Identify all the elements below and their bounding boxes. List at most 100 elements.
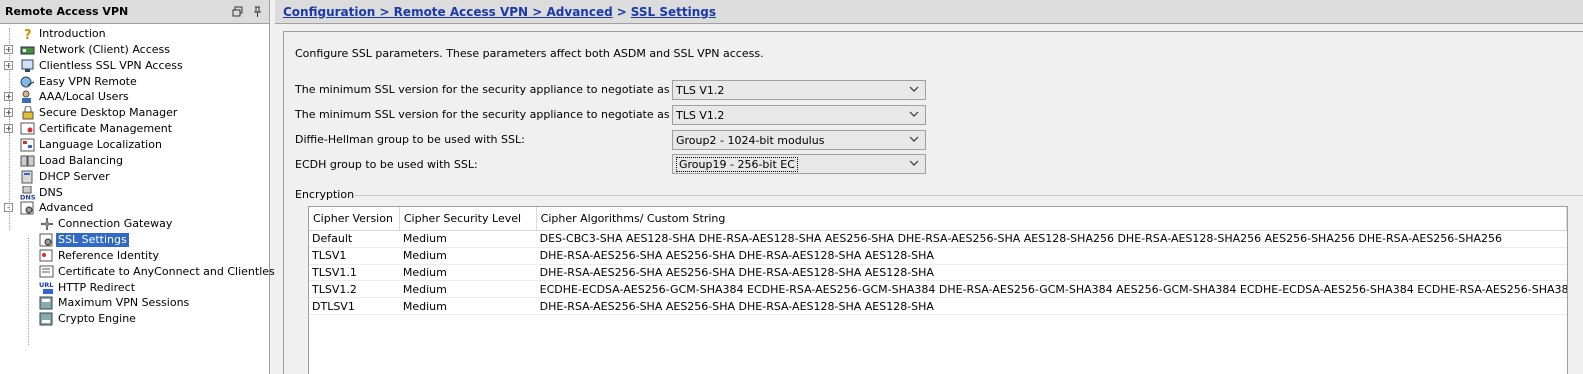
cipher-table: Cipher Version Cipher Security Level Cip… bbox=[308, 206, 1568, 374]
breadcrumb-link-advanced[interactable]: Configuration > Remote Access VPN > Adva… bbox=[283, 5, 613, 19]
tree-item-dhcp-server[interactable]: DHCP Server bbox=[0, 169, 270, 185]
tree-item-ssl-settings[interactable]: SSL Settings bbox=[0, 232, 270, 248]
client-min-version-label: The minimum SSL version for the security… bbox=[295, 108, 728, 121]
clientless-icon bbox=[20, 59, 36, 73]
url-icon: URL bbox=[39, 281, 55, 295]
tree-connector-line bbox=[28, 238, 29, 345]
help-icon: ? bbox=[20, 27, 36, 43]
client-min-version-value: TLS V1.2 bbox=[676, 108, 725, 122]
users-icon bbox=[20, 90, 36, 104]
ssl-settings-form: Configure SSL parameters. These paramete… bbox=[283, 31, 1583, 374]
breadcrumb-separator: > bbox=[616, 4, 627, 19]
tree-item-crypto-engine[interactable]: Crypto Engine bbox=[0, 311, 270, 327]
server-min-version-select[interactable]: TLS V1.2 bbox=[672, 80, 926, 100]
cipher-table-body: Default Medium DES-CBC3-SHA AES128-SHA DHE… bbox=[309, 231, 1567, 315]
table-row[interactable]: TLSV1.2 Medium ECDHE-ECDSA-AES256-GCM-SHA3… bbox=[309, 281, 1567, 299]
tree-item-language-localization[interactable]: Language Localization bbox=[0, 137, 270, 153]
dhcp-icon bbox=[20, 170, 36, 184]
svg-text:?: ? bbox=[24, 28, 32, 41]
tree-item-label: Maximum VPN Sessions bbox=[58, 296, 190, 310]
cell-cipher-algorithms: DES-CBC3-SHA AES128-SHA DHE-RSA-AES128-S… bbox=[539, 232, 1503, 246]
cell-security-level: Medium bbox=[402, 232, 447, 246]
tree-item-maximum-vpn-sessions[interactable]: Maximum VPN Sessions bbox=[0, 295, 270, 311]
tree-item-label: Language Localization bbox=[39, 137, 162, 151]
column-header-security-level[interactable]: Cipher Security Level bbox=[400, 207, 537, 230]
dns-icon: DNS bbox=[20, 185, 36, 201]
ecdh-group-select[interactable]: Group19 - 256-bit EC bbox=[672, 154, 926, 174]
advanced-icon bbox=[20, 201, 36, 215]
cell-cipher-version: TLSV1.2 bbox=[312, 282, 357, 296]
chevron-down-icon bbox=[909, 111, 919, 117]
tree-item-certificate-to-anyconnect-and-clientless-ssl[interactable]: Certificate to AnyConnect and Clientless… bbox=[0, 264, 304, 280]
identity-icon bbox=[39, 249, 55, 263]
tree-item-advanced[interactable]: - Advanced bbox=[0, 200, 270, 216]
table-row[interactable]: DTLSV1 Medium DHE-RSA-AES256-SHA AES256-SH… bbox=[309, 298, 1567, 315]
tree-item-aaa-local-users[interactable]: + AAA/Local Users bbox=[0, 89, 270, 105]
cell-security-level: Medium bbox=[402, 249, 447, 263]
form-description: Configure SSL parameters. These paramete… bbox=[295, 47, 764, 60]
server-min-version-label: The minimum SSL version for the security… bbox=[295, 83, 732, 96]
cell-cipher-version: Default bbox=[312, 232, 353, 246]
chevron-down-icon bbox=[909, 86, 919, 92]
client-min-version-select[interactable]: TLS V1.2 bbox=[672, 105, 926, 125]
restore-icon[interactable] bbox=[229, 4, 245, 20]
tree-item-clientless-ssl-vpn-access[interactable]: + Clientless SSL VPN Access bbox=[0, 58, 270, 74]
breadcrumb: Configuration > Remote Access VPN > Adva… bbox=[275, 0, 1583, 24]
tree-item-label: Connection Gateway bbox=[58, 217, 173, 231]
ssl-icon bbox=[39, 233, 55, 247]
main-panel: Configuration > Remote Access VPN > Adva… bbox=[275, 0, 1583, 374]
pin-icon[interactable] bbox=[249, 4, 265, 20]
column-header-cipher-algorithms[interactable]: Cipher Algorithms/ Custom String bbox=[537, 207, 1567, 230]
cell-security-level: Medium bbox=[402, 265, 447, 279]
tree-item-label: Clientless SSL VPN Access bbox=[39, 58, 183, 72]
tree-item-label: DHCP Server bbox=[39, 169, 110, 183]
table-row[interactable]: TLSV1 Medium DHE-RSA-AES256-SHA AES256-SHA… bbox=[309, 248, 1567, 265]
gateway-icon bbox=[39, 217, 55, 231]
tree-item-reference-identity[interactable]: Reference Identity bbox=[0, 248, 270, 264]
cell-cipher-algorithms: DHE-RSA-AES256-SHA AES256-SHA DHE-RSA-AE… bbox=[539, 299, 934, 313]
navigation-panel: Remote Access VPN ? Introduction + Network … bbox=[0, 0, 304, 374]
tree-item-network-client-access[interactable]: + Network (Client) Access bbox=[0, 42, 270, 58]
cell-cipher-version: TLSV1 bbox=[312, 249, 347, 263]
tree-item-label: Certificate to AnyConnect and Clientless… bbox=[58, 264, 305, 278]
table-row[interactable]: TLSV1.1 Medium DHE-RSA-AES256-SHA AES256-S… bbox=[309, 265, 1567, 282]
tree-item-label: Easy VPN Remote bbox=[39, 74, 137, 88]
tree-item-label: Secure Desktop Manager bbox=[39, 106, 178, 120]
cell-cipher-algorithms: DHE-RSA-AES256-SHA AES256-SHA DHE-RSA-AE… bbox=[539, 265, 934, 279]
ecdh-group-label: ECDH group to be used with SSL: bbox=[295, 158, 478, 171]
tree-item-certificate-management[interactable]: + Certificate Management bbox=[0, 121, 270, 137]
ecdh-group-value: Group19 - 256-bit EC bbox=[676, 156, 798, 172]
tree-item-introduction[interactable]: ? Introduction bbox=[0, 26, 270, 43]
tree-connector-line bbox=[9, 28, 10, 230]
dh-group-select[interactable]: Group2 - 1024-bit modulus bbox=[672, 130, 926, 150]
navigation-panel-header: Remote Access VPN bbox=[0, 0, 269, 24]
cell-cipher-version: DTLSV1 bbox=[312, 299, 355, 313]
tree-item-secure-desktop-manager[interactable]: + Secure Desktop Manager bbox=[0, 105, 270, 121]
table-row[interactable]: Default Medium DES-CBC3-SHA AES128-SHA DHE… bbox=[309, 231, 1567, 248]
tree-item-label: HTTP Redirect bbox=[58, 280, 136, 294]
tree-item-http-redirect[interactable]: URL HTTP Redirect bbox=[0, 280, 270, 296]
cell-cipher-version: TLSV1.1 bbox=[312, 265, 357, 279]
certificate-icon bbox=[20, 122, 36, 136]
dh-group-label: Diffie-Hellman group to be used with SSL… bbox=[295, 133, 525, 146]
cell-security-level: Medium bbox=[402, 282, 447, 296]
easy-vpn-icon bbox=[20, 75, 36, 89]
load-balancing-icon bbox=[20, 154, 36, 168]
tree-item-dns[interactable]: DNS DNS bbox=[0, 185, 270, 201]
tree-item-connection-gateway[interactable]: Connection Gateway bbox=[0, 216, 270, 232]
cell-security-level: Medium bbox=[402, 299, 447, 313]
svg-text:DNS: DNS bbox=[20, 193, 36, 200]
cipher-table-header: Cipher Version Cipher Security Level Cip… bbox=[309, 207, 1567, 231]
breadcrumb-link-ssl-settings[interactable]: SSL Settings bbox=[631, 5, 716, 19]
sessions-icon bbox=[39, 296, 55, 310]
server-min-version-value: TLS V1.2 bbox=[676, 83, 725, 97]
lock-icon bbox=[20, 105, 36, 120]
column-header-cipher-version[interactable]: Cipher Version bbox=[309, 207, 400, 230]
chevron-down-icon bbox=[909, 160, 919, 166]
tree-item-load-balancing[interactable]: Load Balancing bbox=[0, 153, 270, 169]
tree-item-label: Load Balancing bbox=[39, 153, 123, 167]
encryption-legend: Encryption bbox=[295, 188, 355, 201]
dh-group-value: Group2 - 1024-bit modulus bbox=[676, 133, 825, 147]
tree-item-easy-vpn-remote[interactable]: Easy VPN Remote bbox=[0, 74, 270, 90]
navigation-panel-title: Remote Access VPN bbox=[5, 5, 129, 18]
